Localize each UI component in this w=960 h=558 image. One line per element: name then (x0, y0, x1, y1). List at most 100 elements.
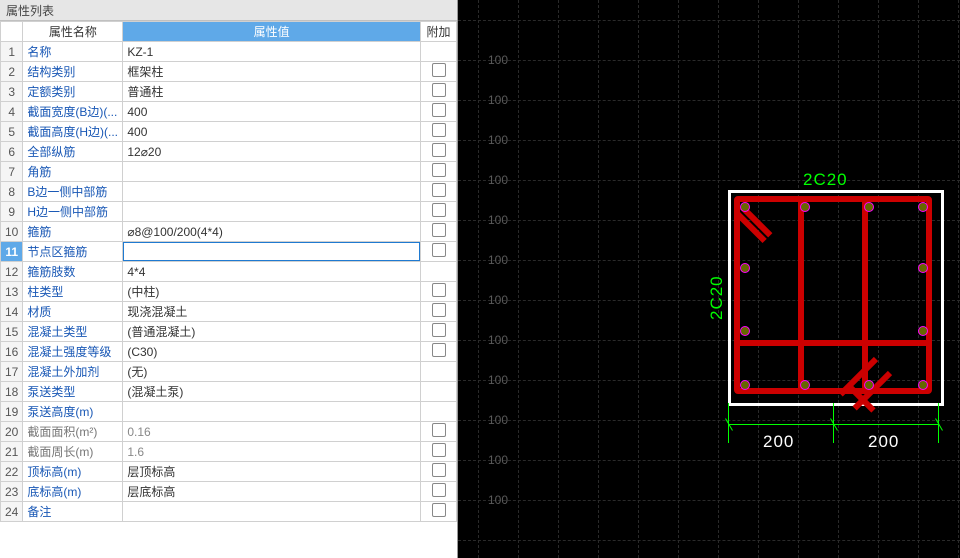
prop-value[interactable]: 400 (123, 102, 421, 122)
prop-extra[interactable] (421, 502, 457, 522)
prop-extra[interactable] (421, 342, 457, 362)
prop-value[interactable]: 普通柱 (123, 82, 421, 102)
table-row[interactable]: 19泵送高度(m) (1, 402, 457, 422)
prop-extra[interactable] (421, 302, 457, 322)
table-row[interactable]: 4截面宽度(B边)(...400 (1, 102, 457, 122)
prop-extra[interactable] (421, 162, 457, 182)
table-row[interactable]: 16混凝土强度等级(C30) (1, 342, 457, 362)
table-row[interactable]: 18泵送类型(混凝土泵) (1, 382, 457, 402)
table-row[interactable]: 6全部纵筋12⌀20 (1, 142, 457, 162)
row-number[interactable]: 6 (1, 142, 23, 162)
table-row[interactable]: 13柱类型(中柱) (1, 282, 457, 302)
checkbox-icon[interactable] (432, 203, 446, 217)
header-extra[interactable]: 附加 (421, 22, 457, 42)
row-number[interactable]: 11 (1, 242, 23, 262)
prop-extra[interactable] (421, 122, 457, 142)
checkbox-icon[interactable] (432, 183, 446, 197)
prop-extra[interactable] (421, 42, 457, 62)
prop-value[interactable]: 现浇混凝土 (123, 302, 421, 322)
prop-value[interactable] (123, 502, 421, 522)
row-number[interactable]: 19 (1, 402, 23, 422)
row-number[interactable]: 22 (1, 462, 23, 482)
checkbox-icon[interactable] (432, 103, 446, 117)
table-row[interactable]: 9H边一侧中部筋 (1, 202, 457, 222)
table-row[interactable]: 7角筋 (1, 162, 457, 182)
row-number[interactable]: 13 (1, 282, 23, 302)
prop-value[interactable]: 1.6 (123, 442, 421, 462)
row-number[interactable]: 3 (1, 82, 23, 102)
row-number[interactable]: 5 (1, 122, 23, 142)
checkbox-icon[interactable] (432, 463, 446, 477)
row-number[interactable]: 16 (1, 342, 23, 362)
prop-value[interactable]: 4*4 (123, 262, 421, 282)
prop-extra[interactable] (421, 422, 457, 442)
prop-value[interactable]: 层顶标高 (123, 462, 421, 482)
table-row[interactable]: 24备注 (1, 502, 457, 522)
row-number[interactable]: 15 (1, 322, 23, 342)
row-number[interactable]: 9 (1, 202, 23, 222)
prop-extra[interactable] (421, 262, 457, 282)
prop-extra[interactable] (421, 382, 457, 402)
prop-value[interactable] (123, 162, 421, 182)
prop-value[interactable]: KZ-1 (123, 42, 421, 62)
prop-value[interactable]: (C30) (123, 342, 421, 362)
checkbox-icon[interactable] (432, 83, 446, 97)
table-row[interactable]: 3定额类别普通柱 (1, 82, 457, 102)
section-canvas[interactable]: 100100100100100100100100100100100100 2C2… (458, 0, 960, 558)
prop-value[interactable] (123, 182, 421, 202)
checkbox-icon[interactable] (432, 243, 446, 257)
prop-extra[interactable] (421, 482, 457, 502)
prop-value[interactable] (123, 402, 421, 422)
prop-extra[interactable] (421, 142, 457, 162)
table-row[interactable]: 15混凝土类型(普通混凝土) (1, 322, 457, 342)
row-number[interactable]: 17 (1, 362, 23, 382)
table-row[interactable]: 8B边一侧中部筋 (1, 182, 457, 202)
prop-value[interactable]: 0.16 (123, 422, 421, 442)
prop-value[interactable]: ⌀8@100/200(4*4) (123, 222, 421, 242)
checkbox-icon[interactable] (432, 423, 446, 437)
prop-value[interactable]: 400 (123, 122, 421, 142)
row-number[interactable]: 4 (1, 102, 23, 122)
checkbox-icon[interactable] (432, 223, 446, 237)
checkbox-icon[interactable] (432, 303, 446, 317)
checkbox-icon[interactable] (432, 163, 446, 177)
prop-extra[interactable] (421, 402, 457, 422)
prop-extra[interactable] (421, 62, 457, 82)
row-number[interactable]: 23 (1, 482, 23, 502)
table-row[interactable]: 10箍筋⌀8@100/200(4*4) (1, 222, 457, 242)
prop-value[interactable]: 12⌀20 (123, 142, 421, 162)
prop-extra[interactable] (421, 462, 457, 482)
row-number[interactable]: 10 (1, 222, 23, 242)
table-row[interactable]: 11节点区箍筋 (1, 242, 457, 262)
checkbox-icon[interactable] (432, 283, 446, 297)
checkbox-icon[interactable] (432, 343, 446, 357)
table-row[interactable]: 21截面周长(m)1.6 (1, 442, 457, 462)
row-number[interactable]: 24 (1, 502, 23, 522)
table-row[interactable]: 23底标高(m)层底标高 (1, 482, 457, 502)
prop-extra[interactable] (421, 182, 457, 202)
prop-value[interactable] (123, 242, 421, 262)
row-number[interactable]: 8 (1, 182, 23, 202)
prop-value[interactable]: (无) (123, 362, 421, 382)
table-row[interactable]: 12箍筋肢数4*4 (1, 262, 457, 282)
checkbox-icon[interactable] (432, 483, 446, 497)
row-number[interactable]: 21 (1, 442, 23, 462)
prop-edit-input[interactable] (123, 242, 420, 261)
prop-extra[interactable] (421, 242, 457, 262)
checkbox-icon[interactable] (432, 503, 446, 517)
prop-extra[interactable] (421, 322, 457, 342)
prop-extra[interactable] (421, 362, 457, 382)
header-value[interactable]: 属性值 (123, 22, 421, 42)
row-number[interactable]: 1 (1, 42, 23, 62)
prop-extra[interactable] (421, 202, 457, 222)
prop-value[interactable]: (中柱) (123, 282, 421, 302)
row-number[interactable]: 7 (1, 162, 23, 182)
checkbox-icon[interactable] (432, 63, 446, 77)
prop-extra[interactable] (421, 442, 457, 462)
checkbox-icon[interactable] (432, 123, 446, 137)
row-number[interactable]: 14 (1, 302, 23, 322)
table-row[interactable]: 14材质现浇混凝土 (1, 302, 457, 322)
prop-extra[interactable] (421, 222, 457, 242)
table-row[interactable]: 5截面高度(H边)(...400 (1, 122, 457, 142)
row-number[interactable]: 18 (1, 382, 23, 402)
